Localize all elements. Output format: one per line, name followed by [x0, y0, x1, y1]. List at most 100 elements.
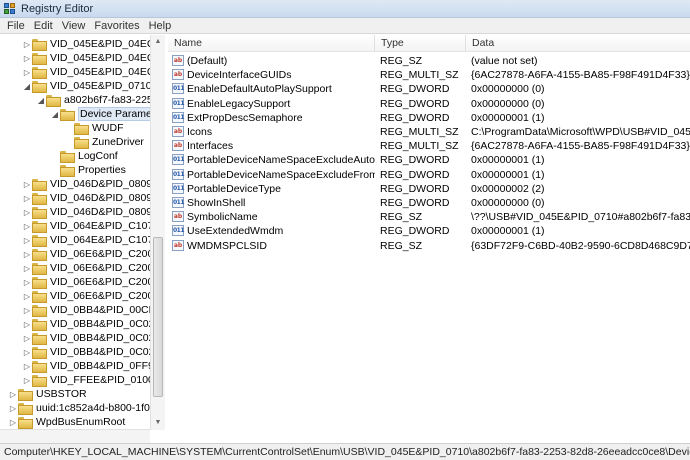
value-row[interactable]: 011 ShowInShell REG_DWORD 0x00000000 (0): [168, 196, 690, 210]
value-row[interactable]: 011 ExtPropDescSemaphore REG_DWORD 0x000000…: [168, 111, 690, 125]
value-row[interactable]: ab (Default) REG_SZ (value not set): [168, 54, 690, 68]
expand-arrow-icon[interactable]: ▷: [8, 418, 18, 427]
expand-arrow-icon[interactable]: ▷: [22, 376, 32, 385]
column-header-data[interactable]: Data: [466, 35, 690, 52]
expand-arrow-icon[interactable]: ▷: [22, 278, 32, 287]
expand-arrow-icon[interactable]: ▷: [8, 390, 18, 399]
folder-icon: [32, 221, 47, 233]
tree-item[interactable]: ◢a802b6f7-fa83-2253-82d8: [36, 93, 164, 107]
expand-arrow-icon[interactable]: ▷: [22, 320, 32, 329]
value-row[interactable]: 011PortableDeviceNameSpaceExcludeFromShe…: [168, 168, 690, 182]
expand-arrow-icon[interactable]: ▷: [22, 68, 32, 77]
scroll-up-arrow-icon[interactable]: ▲: [151, 35, 165, 49]
tree-item[interactable]: ◢ VID_045E&PID_0710: [22, 79, 152, 93]
tree-item[interactable]: ▷ VID_06E6&PID_C200: [22, 247, 153, 261]
tree-item[interactable]: WUDF: [64, 121, 124, 135]
scroll-down-arrow-icon[interactable]: ▼: [151, 416, 165, 430]
binary-value-icon: 011: [172, 97, 185, 109]
folder-icon: [74, 137, 89, 149]
expand-arrow-icon[interactable]: ▷: [22, 362, 32, 371]
tree-vertical-scrollbar[interactable]: ▲ ▼: [150, 35, 165, 430]
folder-icon: [32, 179, 47, 191]
value-row[interactable]: 011PortableDeviceNameSpaceExcludeAutoPla…: [168, 153, 690, 167]
expand-arrow-icon[interactable]: ◢: [50, 110, 60, 119]
expand-arrow-icon[interactable]: ▷: [22, 334, 32, 343]
expand-arrow-icon[interactable]: ▷: [22, 292, 32, 301]
expand-arrow-icon[interactable]: ◢: [22, 82, 32, 91]
expand-arrow-icon[interactable]: ▷: [8, 404, 18, 413]
value-row[interactable]: 011 EnableDefaultAutoPlaySupport REG_DWORD…: [168, 82, 690, 96]
tree-item[interactable]: ▷ VID_046D&PID_0809: [22, 177, 152, 191]
binary-value-icon: 011: [172, 83, 185, 95]
value-row[interactable]: 011 EnableLegacySupport REG_DWORD 0x0000000…: [168, 97, 690, 111]
tree-item[interactable]: ▷ VID_06E6&PID_C200&MI_01: [22, 275, 164, 289]
registry-tree[interactable]: ▷ VID_045E&PID_04EC ▷ VID_045E&PID_04EC&MI_…: [0, 35, 165, 430]
tree-item[interactable]: ▷ VID_0BB4&PID_0C02&MI_01: [22, 345, 164, 359]
menu-view[interactable]: View: [59, 20, 92, 32]
string-value-icon: ab: [172, 126, 184, 137]
tree-item[interactable]: ▷ VID_045E&PID_04EC&MI_01: [22, 65, 164, 79]
tree-item[interactable]: ▷ VID_0BB4&PID_0FF9: [22, 359, 154, 373]
tree-item[interactable]: ▷ VID_046D&PID_0809&MI_02: [22, 205, 164, 219]
menu-edit[interactable]: Edit: [31, 20, 59, 32]
tree-item[interactable]: ▷ VID_064E&PID_C107: [22, 219, 153, 233]
expand-arrow-icon[interactable]: ▷: [22, 236, 32, 245]
value-type: REG_SZ: [380, 239, 423, 252]
folder-icon: [60, 109, 75, 121]
tree-item[interactable]: ▷ VID_045E&PID_04EC&MI_00: [22, 51, 164, 65]
string-value-icon: ab: [172, 140, 184, 152]
expand-arrow-icon[interactable]: ▷: [22, 306, 32, 315]
expand-arrow-icon[interactable]: ▷: [22, 250, 32, 259]
tree-item-label: VID_046D&PID_0809&MI_00: [50, 192, 164, 204]
expand-arrow-icon[interactable]: ◢: [36, 96, 46, 105]
binary-value-icon: 011: [172, 111, 185, 123]
value-row[interactable]: 011 UseExtendedWmdm REG_DWORD 0x00000001 (1…: [168, 224, 690, 238]
expand-arrow-icon[interactable]: ▷: [22, 222, 32, 231]
tree-item[interactable]: ▷ VID_0BB4&PID_0C02&MI_00: [22, 331, 164, 345]
expand-arrow-icon[interactable]: ▷: [22, 180, 32, 189]
tree-item[interactable]: ▷ VID_046D&PID_0809&MI_00: [22, 191, 164, 205]
tree-item-label: VID_045E&PID_04EC&MI_01: [50, 66, 164, 78]
tree-item[interactable]: ◢ Device Parameters: [50, 107, 164, 121]
folder-icon: [32, 207, 47, 219]
tree-item[interactable]: ▷ VID_06E6&PID_C200&MI_04: [22, 289, 164, 303]
menu-file[interactable]: File: [4, 20, 31, 32]
scroll-thumb[interactable]: [153, 237, 163, 397]
value-row[interactable]: 011 PortableDeviceType REG_DWORD 0x00000002…: [168, 182, 690, 196]
values-list[interactable]: Name Type Data ab (Default) REG_SZ (value n…: [168, 35, 690, 443]
tree-item-label: VID_06E6&PID_C200&MI_04: [50, 290, 164, 302]
tree-item[interactable]: Properties: [50, 163, 126, 177]
menu-favorites[interactable]: Favorites: [91, 20, 145, 32]
expand-arrow-icon[interactable]: ▷: [22, 54, 32, 63]
tree-item[interactable]: ▷ VID_064E&PID_C107&MI_00: [22, 233, 164, 247]
value-row[interactable]: ab SymbolicName REG_SZ \??\USB#VID_045E&PID…: [168, 210, 690, 224]
tree-item[interactable]: ▷ USBSTOR: [8, 387, 87, 401]
column-header-type[interactable]: Type: [375, 35, 466, 52]
expand-arrow-icon[interactable]: ▷: [22, 264, 32, 273]
value-row[interactable]: ab Interfaces REG_MULTI_SZ {6AC27878-A6FA-4…: [168, 139, 690, 153]
tree-horizontal-scrollbar[interactable]: [0, 429, 150, 443]
tree-item[interactable]: ▷ VID_0BB4&PID_0C02: [22, 317, 154, 331]
tree-item-label: VID_0BB4&PID_0C02: [50, 318, 155, 330]
value-row[interactable]: ab WMDMSPCLSID REG_SZ {63DF72F9-C6BD-40B2-9…: [168, 239, 690, 253]
value-type: REG_DWORD: [380, 111, 450, 124]
tree-item[interactable]: ▷ VID_FFEE&PID_0100: [22, 373, 154, 387]
tree-item[interactable]: ▷ VID_045E&PID_04EC: [22, 37, 154, 51]
expand-arrow-icon[interactable]: ▷: [22, 40, 32, 49]
menu-bar: File Edit View Favorites Help: [0, 18, 690, 34]
expand-arrow-icon[interactable]: ▷: [22, 208, 32, 217]
tree-item[interactable]: LogConf: [50, 149, 118, 163]
tree-item[interactable]: ▷ VID_06E6&PID_C200&MI_00: [22, 261, 164, 275]
menu-help[interactable]: Help: [146, 20, 178, 32]
tree-item[interactable]: ▷ uuid:1c852a4d-b800-1f08-abcd-: [8, 401, 164, 415]
window-title: Registry Editor: [21, 2, 94, 15]
expand-arrow-icon[interactable]: ▷: [22, 348, 32, 357]
expand-arrow-icon[interactable]: ▷: [22, 194, 32, 203]
value-type: REG_DWORD: [380, 97, 450, 110]
value-row[interactable]: ab DeviceInterfaceGUIDs REG_MULTI_SZ {6AC27…: [168, 68, 690, 82]
tree-item[interactable]: ZuneDriver: [64, 135, 144, 149]
column-header-name[interactable]: Name: [168, 35, 375, 52]
tree-item[interactable]: ▷ WpdBusEnumRoot: [8, 415, 125, 429]
value-row[interactable]: ab Icons REG_MULTI_SZ C:\ProgramData\Micros…: [168, 125, 690, 139]
tree-item[interactable]: ▷ VID_0BB4&PID_00CE: [22, 303, 156, 317]
